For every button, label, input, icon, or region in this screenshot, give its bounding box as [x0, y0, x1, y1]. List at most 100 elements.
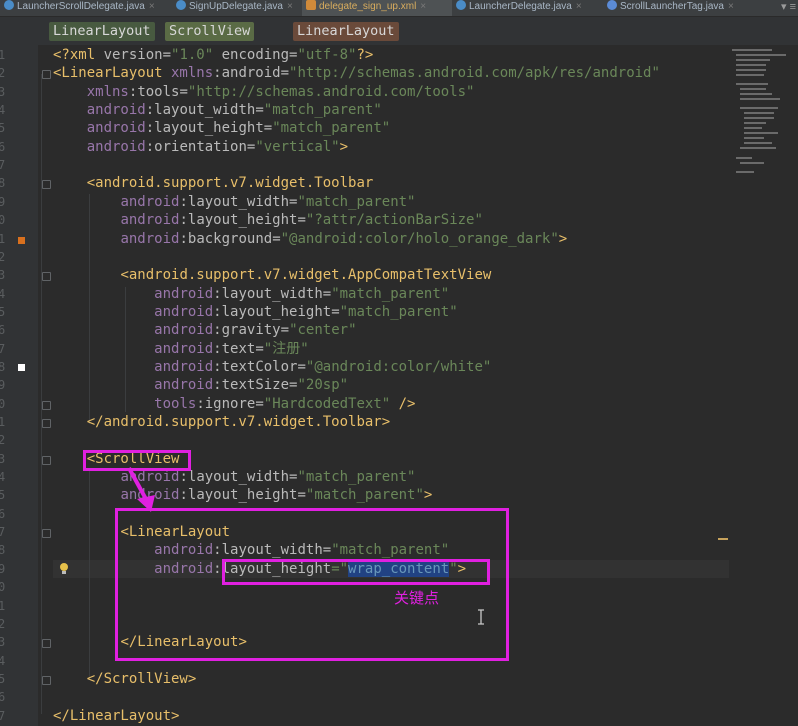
namespace-prefix: android	[86, 102, 146, 119]
code-line[interactable]: android:layout_width="match_parent"	[53, 193, 416, 211]
fold-marker-icon[interactable]	[42, 529, 51, 539]
fold-marker-icon[interactable]	[42, 455, 51, 465]
tab-delegate-sign-up-xml[interactable]: delegate_sign_up.xml ×	[302, 0, 452, 16]
tab-launcher-scroll-delegate[interactable]: LauncherScrollDelegate.java ×	[0, 0, 176, 16]
tag-end: >	[423, 487, 433, 504]
tag-end: >	[558, 230, 568, 247]
namespace-prefix: android	[154, 322, 214, 339]
fold-marker-icon[interactable]	[42, 419, 51, 428]
code-line[interactable]: android:layout_width="match_parent"	[53, 285, 449, 303]
fold-marker-icon[interactable]	[42, 639, 51, 649]
attribute-name: tools	[137, 83, 180, 100]
indent-guide	[41, 74, 42, 714]
line-number: 2	[0, 249, 6, 264]
warning-marker[interactable]	[718, 538, 728, 540]
code-line[interactable]: android:background="@android:color/holo_…	[53, 230, 567, 248]
code-line[interactable]: android:text="注册"	[53, 340, 308, 358]
code-line[interactable]: <?xml version="1.0" encoding="utf-8"?>	[53, 46, 373, 64]
tab-list-menu-icon[interactable]: ▾ ≡	[781, 0, 796, 13]
breadcrumb-linearlayout[interactable]: LinearLayout	[49, 22, 155, 41]
tab-label: LauncherDelegate.java	[469, 1, 572, 12]
line-number: 8	[0, 543, 6, 558]
code-line[interactable]: <android.support.v7.widget.Toolbar	[53, 174, 374, 192]
arrow-icon	[127, 467, 155, 512]
code-line[interactable]: xmlns:tools="http://schemas.android.com/…	[53, 83, 475, 101]
line-number: 3	[0, 268, 6, 283]
namespace-prefix: android	[154, 358, 214, 375]
tab-signup-delegate[interactable]: SignUpDelegate.java ×	[172, 0, 306, 16]
namespace-prefix: xmlns	[86, 83, 129, 100]
code-line[interactable]: android:layout_width="match_parent"	[53, 101, 382, 119]
tab-scroll-launcher-tag[interactable]: ScrollLauncherTag.java ×	[603, 0, 767, 16]
code-line[interactable]: android:layout_height="match_parent"	[53, 303, 458, 321]
namespace-prefix: android	[154, 377, 214, 394]
line-number: 6	[0, 506, 6, 521]
attribute-name: encoding=	[213, 47, 298, 63]
attribute-value: "http://schemas.android.com/tools"	[187, 83, 475, 100]
fold-marker-icon[interactable]	[42, 400, 51, 410]
code-line[interactable]: </ScrollView>	[53, 670, 197, 688]
attribute-equals: =	[297, 358, 306, 375]
attribute-equals: =	[280, 65, 290, 82]
code-line[interactable]: </LinearLayout>	[53, 707, 179, 725]
breadcrumb-scrollview[interactable]: ScrollView	[165, 22, 255, 41]
attribute-equals: =	[331, 303, 340, 320]
attribute-name: layout_width	[154, 102, 256, 119]
color-swatch-orange-icon	[18, 237, 25, 244]
code-line[interactable]: android:orientation="vertical">	[53, 138, 348, 156]
code-line[interactable]: android:layout_height="match_parent"	[53, 119, 390, 137]
close-icon[interactable]: ×	[576, 1, 582, 12]
attribute-equals: =	[255, 102, 264, 119]
breadcrumb-linearlayout-inner[interactable]: LinearLayout	[293, 22, 399, 41]
attribute-value: "match_parent"	[339, 303, 458, 320]
fold-marker-icon[interactable]	[42, 675, 51, 685]
line-number: 4	[0, 470, 6, 485]
tab-label: delegate_sign_up.xml	[319, 1, 417, 12]
code-line[interactable]: android:textSize="20sp"	[53, 376, 348, 394]
code-line[interactable]: android:layout_height="match_parent">	[53, 486, 432, 504]
code-line[interactable]: android:layout_height="?attr/actionBarSi…	[53, 211, 482, 229]
line-number: 3	[0, 84, 6, 99]
attribute-value: "@android:color/holo_orange_dark"	[280, 230, 559, 247]
attribute-name: layout_height	[187, 212, 298, 229]
attribute-value: "match_parent"	[297, 193, 416, 210]
tab-launcher-delegate[interactable]: LauncherDelegate.java ×	[452, 0, 604, 16]
code-line[interactable]: tools:ignore="HardcodedText" />	[53, 395, 415, 413]
xml-tag: </ScrollView>	[86, 670, 197, 687]
code-line[interactable]: android:gravity="center"	[53, 321, 356, 339]
close-icon[interactable]: ×	[728, 1, 734, 12]
attribute-value: "20sp"	[297, 377, 349, 394]
line-number: 7	[0, 708, 6, 723]
close-icon[interactable]: ×	[420, 1, 426, 12]
code-line[interactable]: <LinearLayout xmlns:android="http://sche…	[53, 64, 660, 82]
code-line[interactable]: </android.support.v7.widget.Toolbar>	[53, 413, 390, 431]
fold-marker-icon[interactable]	[42, 180, 51, 190]
attribute-name: layout_width	[187, 469, 290, 486]
namespace-prefix: xmlns	[162, 65, 214, 82]
code-line[interactable]: <android.support.v7.widget.AppCompatText…	[53, 266, 491, 284]
attribute-name: text	[221, 340, 256, 357]
line-number: 3	[0, 451, 6, 466]
attribute-value: "1.0"	[171, 47, 214, 63]
line-number: 5	[0, 671, 6, 686]
close-icon[interactable]: ×	[149, 1, 155, 12]
editor-tab-bar: LauncherScrollDelegate.java × SignUpDeleg…	[0, 0, 798, 17]
fold-marker-icon[interactable]	[42, 272, 51, 282]
xml-tag: </LinearLayout>	[53, 707, 180, 724]
fold-marker-icon[interactable]	[42, 70, 51, 80]
code-line[interactable]: android:textColor="@android:color/white"	[53, 358, 491, 376]
code-minimap[interactable]	[730, 45, 798, 175]
attribute-name: layout_width	[221, 285, 323, 302]
attribute-equals: =	[297, 212, 306, 229]
lightbulb-icon[interactable]	[58, 561, 70, 575]
enum-icon	[607, 0, 617, 10]
close-icon[interactable]: ×	[287, 1, 293, 12]
line-number: 5	[0, 304, 6, 319]
attribute-name: android	[221, 65, 281, 82]
attribute-equals: =	[263, 120, 273, 137]
